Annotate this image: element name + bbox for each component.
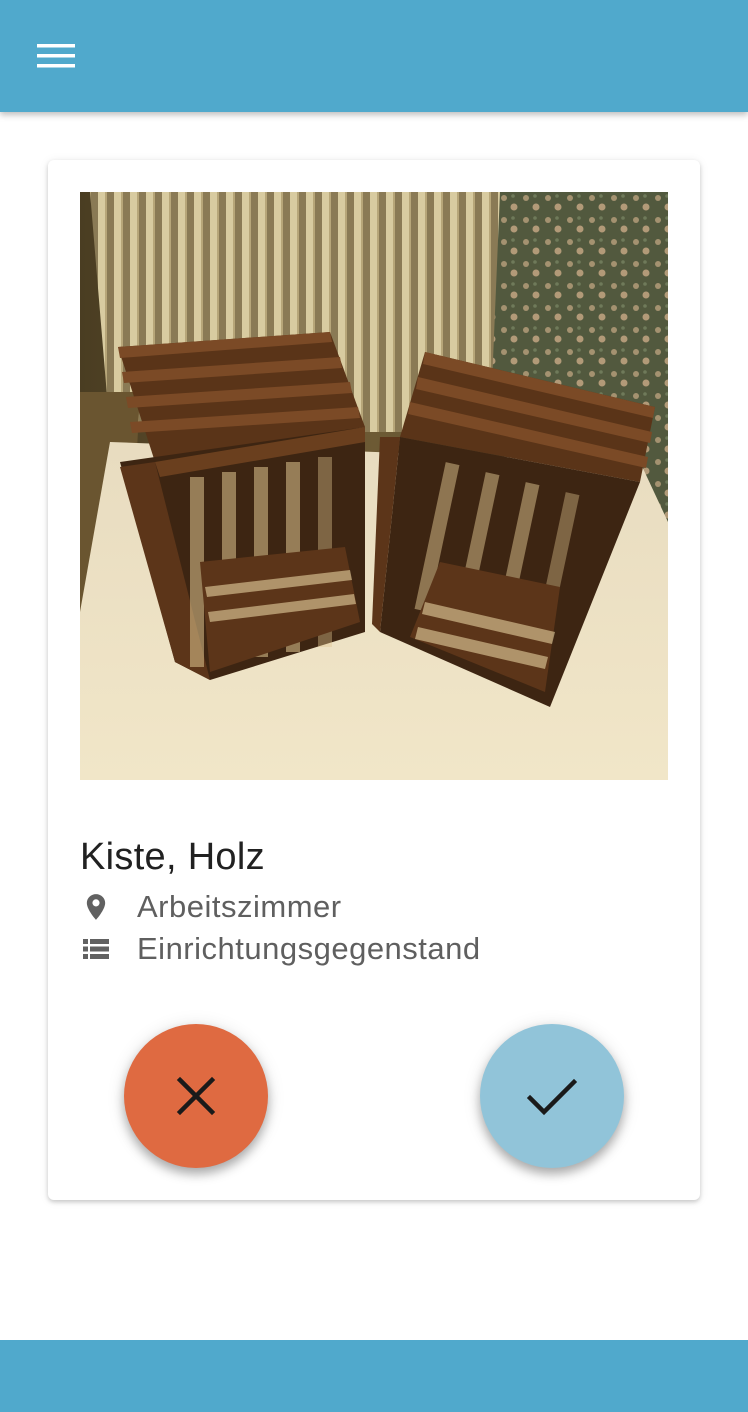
item-category-text: Einrichtungsgegenstand [137,931,481,966]
menu-button[interactable] [24,32,88,80]
item-category-row: Einrichtungsgegenstand [80,929,481,969]
app-bar [0,0,748,112]
item-location-row: Arbeitszimmer [80,887,342,927]
item-photo [80,192,668,780]
list-icon [80,933,112,965]
item-card: Kiste, Holz Arbeitszimmer Einrichtungsge… [48,160,700,1200]
item-location-text: Arbeitszimmer [137,889,342,924]
hamburger-menu-icon [37,44,75,68]
bottom-bar [0,1340,748,1412]
reject-button[interactable] [124,1024,268,1168]
check-icon [527,1078,577,1116]
accept-button[interactable] [480,1024,624,1168]
location-pin-icon [80,891,112,923]
close-icon [176,1076,216,1116]
item-title: Kiste, Holz [80,836,265,878]
